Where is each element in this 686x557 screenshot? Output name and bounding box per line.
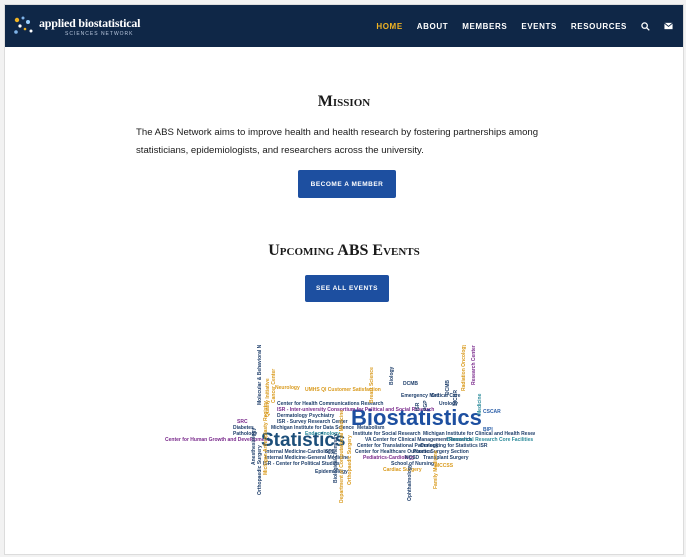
nav-home[interactable]: HOME xyxy=(376,22,402,31)
svg-text:Biological Chemistry: Biological Chemistry xyxy=(333,433,339,483)
svg-text:Molecular & Behavioral Neurosc: Molecular & Behavioral Neuroscience xyxy=(257,345,263,405)
svg-text:DCMB: DCMB xyxy=(445,380,451,395)
svg-text:Radiation Oncology: Radiation Oncology xyxy=(461,345,467,391)
svg-text:CSCAR: CSCAR xyxy=(483,409,501,415)
svg-text:Research Center for Group Dyna: Research Center for Group Dynamics xyxy=(471,345,477,385)
nav-about[interactable]: ABOUT xyxy=(417,22,448,31)
svg-text:Medicine: Medicine xyxy=(477,393,483,415)
svg-text:Family Medicine: Family Medicine xyxy=(433,450,439,489)
svg-text:Biology: Biology xyxy=(389,366,395,385)
svg-text:ISR - Center for Political Stu: ISR - Center for Political Studies xyxy=(263,461,340,467)
svg-text:Neurology: Neurology xyxy=(275,385,300,391)
svg-text:ISR: ISR xyxy=(415,402,421,411)
mission-text: The ABS Network aims to improve health a… xyxy=(136,127,539,156)
become-a-member-button[interactable]: BECOME A MEMBER xyxy=(298,170,396,198)
see-all-events-button[interactable]: SEE ALL EVENTS xyxy=(305,275,389,302)
svg-text:Cardiac Surgery: Cardiac Surgery xyxy=(383,467,422,473)
logo-name: applied biostatistical xyxy=(39,16,141,30)
main-nav: HOME ABOUT MEMBERS EVENTS RESOURCES xyxy=(376,5,673,47)
search-icon[interactable] xyxy=(641,21,650,31)
svg-text:DCMB: DCMB xyxy=(403,381,418,387)
envelope-icon[interactable] xyxy=(664,22,673,30)
svg-text:PGP: PGP xyxy=(423,400,429,411)
nav-events[interactable]: EVENTS xyxy=(521,22,557,31)
svg-text:Orthopaedic Surgery: Orthopaedic Surgery xyxy=(347,435,353,485)
word-cloud-image: Center for Human Growth and Development … xyxy=(165,345,535,505)
svg-text:Breast Science: Breast Science xyxy=(369,367,375,403)
mission-title: Mission xyxy=(317,93,371,110)
svg-text:Cancer Center: Cancer Center xyxy=(271,369,277,403)
svg-text:Ophthalmology: Ophthalmology xyxy=(407,464,413,501)
site-logo[interactable]: applied biostatistical SCIENCES NETWORK xyxy=(13,11,163,41)
logo-dots-icon xyxy=(14,16,33,34)
svg-text:MCHR: MCHR xyxy=(453,390,459,405)
browser-page: applied biostatistical SCIENCES NETWORK … xyxy=(4,4,684,555)
nav-resources[interactable]: RESOURCES xyxy=(571,22,627,31)
svg-text:Metabolism: Metabolism xyxy=(357,425,385,431)
nav-members[interactable]: MEMBERS xyxy=(462,22,507,31)
logo-tagline: SCIENCES NETWORK xyxy=(65,31,134,37)
svg-text:Department of Computational Me: Department of Computational Medicine xyxy=(339,410,345,503)
site-header: applied biostatistical SCIENCES NETWORK … xyxy=(5,5,683,47)
events-title: Upcoming ABS Events xyxy=(268,242,420,259)
